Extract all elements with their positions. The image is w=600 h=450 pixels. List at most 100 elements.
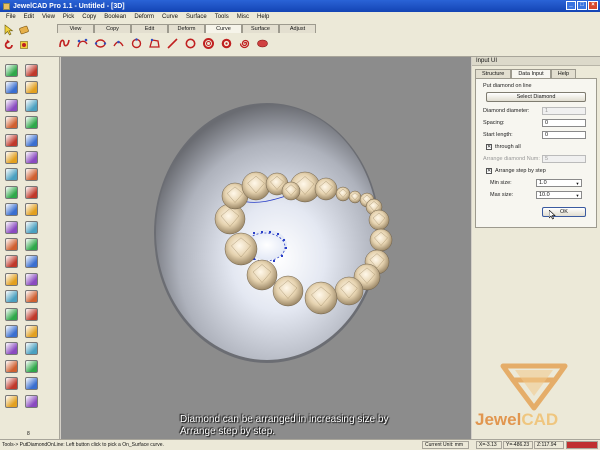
start-length-field[interactable]: 0: [542, 131, 586, 139]
gem-icon[interactable]: [25, 151, 38, 164]
line-icon[interactable]: [165, 35, 179, 51]
diamond-diameter-field[interactable]: 1: [542, 107, 586, 115]
cylinder-icon[interactable]: [25, 81, 38, 95]
bracket-icon[interactable]: [25, 203, 38, 217]
viewport-canvas[interactable]: 10: [61, 57, 471, 439]
hand-icon[interactable]: [5, 238, 18, 251]
panel-icon[interactable]: [25, 394, 38, 408]
cube-view-icon[interactable]: [5, 133, 18, 147]
pipe-icon[interactable]: [5, 307, 18, 321]
minimize-button[interactable]: _: [566, 1, 576, 10]
oval-icon[interactable]: [255, 35, 269, 51]
twist-icon[interactable]: [5, 325, 18, 338]
3d-viewport[interactable]: 10: [61, 57, 471, 439]
ring-icon[interactable]: [201, 35, 215, 51]
select-diamond-button[interactable]: Select Diamond: [486, 92, 586, 102]
menu-copy[interactable]: Copy: [78, 14, 100, 20]
pointer-icon[interactable]: [3, 24, 15, 36]
circle-icon[interactable]: [183, 35, 197, 51]
menu-view[interactable]: View: [38, 14, 59, 20]
cube-view-icon[interactable]: [5, 81, 18, 95]
tab-data-input[interactable]: Data Input: [511, 69, 551, 78]
maximize-button[interactable]: □: [577, 1, 587, 10]
logo-part-cad: CAD: [521, 410, 559, 429]
circle-curve-icon[interactable]: [129, 35, 143, 51]
toolbar-tabs: View Copy Edit Deform Curve Surface Adju…: [57, 24, 316, 33]
menu-tools[interactable]: Tools: [211, 14, 233, 20]
menu-bar: File Edit View Pick Copy Boolean Deform …: [0, 12, 600, 22]
unit-value: mm: [454, 442, 464, 448]
window-title: JewelCAD Pro 1.1 - Untitled - [3D]: [13, 2, 125, 10]
curve-icon[interactable]: [25, 168, 38, 182]
layer-icon[interactable]: [5, 185, 18, 199]
arrange-step-checkbox[interactable]: ✕: [486, 168, 492, 174]
menu-file[interactable]: File: [2, 14, 20, 20]
main-toolbar: View Copy Edit Deform Curve Surface Adju…: [0, 22, 600, 57]
tab-adjust[interactable]: Adjust: [279, 24, 316, 33]
spiral-icon[interactable]: [237, 35, 251, 51]
through-all-checkbox[interactable]: ✕: [486, 144, 492, 150]
shape-icon[interactable]: [25, 307, 38, 321]
menu-curve[interactable]: Curve: [158, 14, 182, 20]
arrow-icon[interactable]: [25, 255, 38, 269]
cube-view-icon[interactable]: [5, 168, 18, 182]
tab-help[interactable]: Help: [550, 69, 577, 78]
menu-edit[interactable]: Edit: [20, 14, 38, 20]
target-icon[interactable]: [219, 35, 233, 51]
torus-icon[interactable]: [25, 133, 38, 147]
menu-pick[interactable]: Pick: [59, 14, 78, 20]
blank-icon[interactable]: [5, 394, 18, 408]
bead-icon[interactable]: [5, 203, 18, 217]
menu-help[interactable]: Help: [253, 14, 273, 20]
ring-shape-icon[interactable]: [25, 238, 38, 251]
cone-icon[interactable]: [25, 98, 38, 112]
ruler-icon[interactable]: [25, 272, 38, 286]
closed-curve-icon[interactable]: [93, 35, 107, 51]
stone-icon[interactable]: [5, 359, 18, 373]
open-curve-icon[interactable]: [111, 35, 125, 51]
menu-misc[interactable]: Misc: [233, 14, 253, 20]
redo-icon[interactable]: [18, 39, 30, 51]
hook-icon[interactable]: [25, 220, 38, 234]
render-icon[interactable]: [5, 290, 18, 304]
menu-surface[interactable]: Surface: [182, 14, 211, 20]
flag-icon[interactable]: [25, 325, 38, 338]
tab-copy[interactable]: Copy: [94, 24, 131, 33]
tab-surface[interactable]: Surface: [242, 24, 279, 33]
subtitle-line-2: Arrange step by step.: [180, 426, 276, 437]
stamp-icon[interactable]: [25, 377, 38, 391]
measure-icon[interactable]: [5, 220, 18, 234]
tab-deform[interactable]: Deform: [168, 24, 205, 33]
menu-deform[interactable]: Deform: [130, 14, 158, 20]
dot-icon[interactable]: [25, 342, 38, 356]
min-size-select[interactable]: 1.0 ▼: [536, 179, 582, 187]
tab-view[interactable]: View: [57, 24, 94, 33]
tab-edit[interactable]: Edit: [131, 24, 168, 33]
polygon-curve-icon[interactable]: [147, 35, 161, 51]
grid-icon[interactable]: [5, 377, 18, 391]
tab-curve[interactable]: Curve: [205, 24, 242, 33]
pad-icon[interactable]: [5, 342, 18, 356]
eraser-icon[interactable]: [18, 24, 30, 36]
sparkle-icon[interactable]: [5, 255, 18, 269]
cube-view-icon[interactable]: [5, 116, 18, 130]
arrange-num-field[interactable]: 5: [542, 155, 586, 163]
spacing-field[interactable]: 0: [542, 119, 586, 127]
cube-view-icon[interactable]: [5, 151, 18, 164]
close-button[interactable]: ×: [588, 1, 598, 10]
cube-view-icon[interactable]: [5, 98, 18, 112]
tab-structure[interactable]: Structure: [475, 69, 512, 78]
menu-boolean[interactable]: Boolean: [100, 14, 130, 20]
red-shape-icon[interactable]: [25, 64, 38, 77]
point-curve-icon[interactable]: [75, 35, 89, 51]
max-size-select[interactable]: 10.0 ▼: [536, 191, 582, 199]
spiral-curve-icon[interactable]: [57, 35, 71, 51]
bend-icon[interactable]: [25, 290, 38, 304]
sphere-icon[interactable]: [25, 116, 38, 130]
cube-view-icon[interactable]: [5, 64, 18, 77]
undo-icon[interactable]: [3, 39, 15, 51]
logo-part-jewel: Jewel: [475, 410, 522, 429]
box-icon[interactable]: [25, 359, 38, 373]
prism-icon[interactable]: [25, 185, 38, 199]
green-gem-icon[interactable]: [5, 272, 18, 286]
